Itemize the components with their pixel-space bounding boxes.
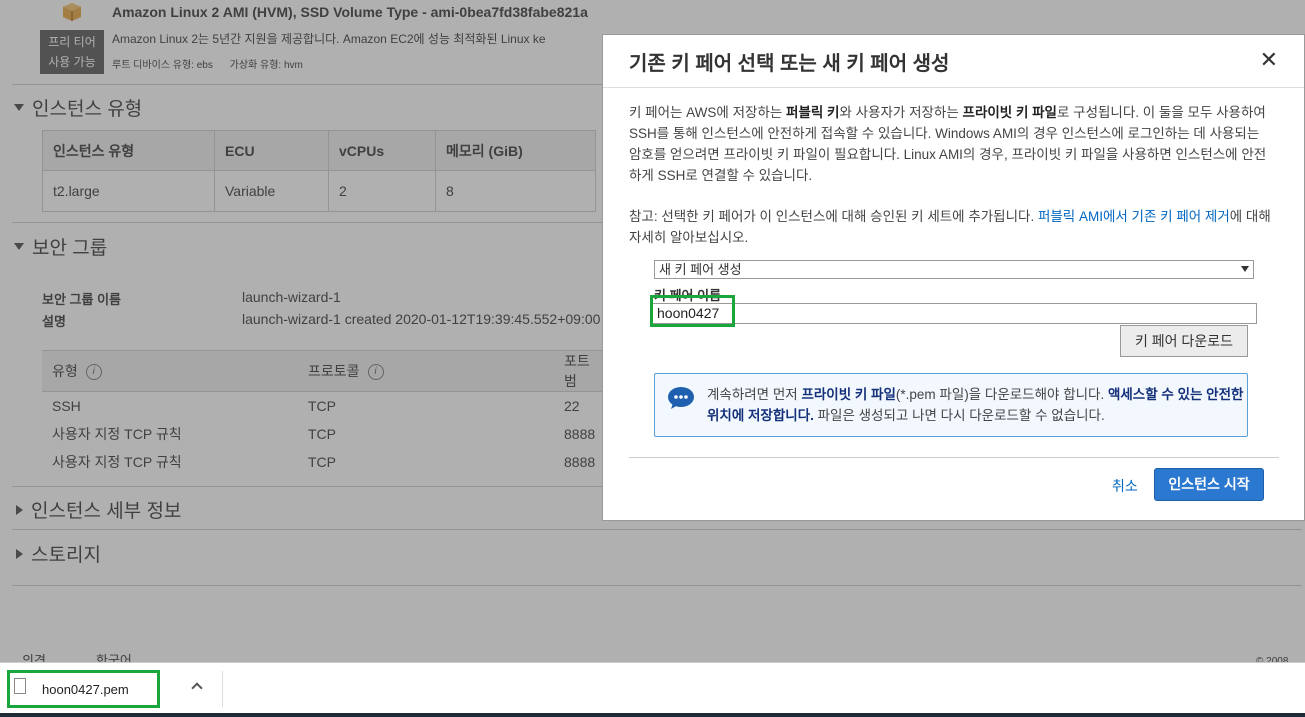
note-paragraph: 참고: 선택한 키 페어가 이 인스턴스에 대해 승인된 키 세트에 추가됩니다…: [629, 209, 1271, 245]
highlight-box: [7, 670, 160, 708]
info-alert: 계속하려면 먼저 프라이빗 키 파일(*.pem 파일)을 다운로드해야 합니다…: [654, 373, 1248, 437]
speech-bubble-icon: [668, 387, 694, 409]
cancel-button[interactable]: 취소: [1112, 476, 1138, 496]
remove-key-pair-link[interactable]: 퍼블릭 AMI에서 기존 키 페어 제거: [1038, 209, 1230, 224]
close-icon[interactable]: ✕: [1260, 47, 1278, 73]
key-pair-name-input[interactable]: hoon0427: [652, 303, 1257, 324]
download-bar: hoon0427.pem: [0, 662, 1305, 717]
key-pair-dialog: 기존 키 페어 선택 또는 새 키 페어 생성 ✕ 키 페어는 AWS에 저장하…: [602, 34, 1305, 521]
highlight-box: [650, 295, 735, 327]
download-key-pair-button[interactable]: 키 페어 다운로드: [1120, 325, 1248, 357]
key-pair-option-select[interactable]: 새 키 페어 생성: [654, 260, 1254, 279]
taskbar: [0, 713, 1305, 717]
intro-paragraph: 키 페어는 AWS에 저장하는 퍼블릭 키와 사용자가 저장하는 프라이빗 키 …: [629, 105, 1267, 183]
launch-instances-button[interactable]: 인스턴스 시작: [1154, 468, 1264, 501]
divider: [222, 671, 223, 707]
chevron-up-icon[interactable]: [191, 682, 203, 694]
divider: [629, 457, 1279, 458]
dropdown-caret-icon: [1241, 266, 1249, 272]
dialog-title: 기존 키 페어 선택 또는 새 키 페어 생성: [629, 53, 950, 75]
alert-text: 계속하려면 먼저 프라이빗 키 파일(*.pem 파일)을 다운로드해야 합니다…: [707, 387, 1244, 423]
divider: [603, 87, 1304, 88]
